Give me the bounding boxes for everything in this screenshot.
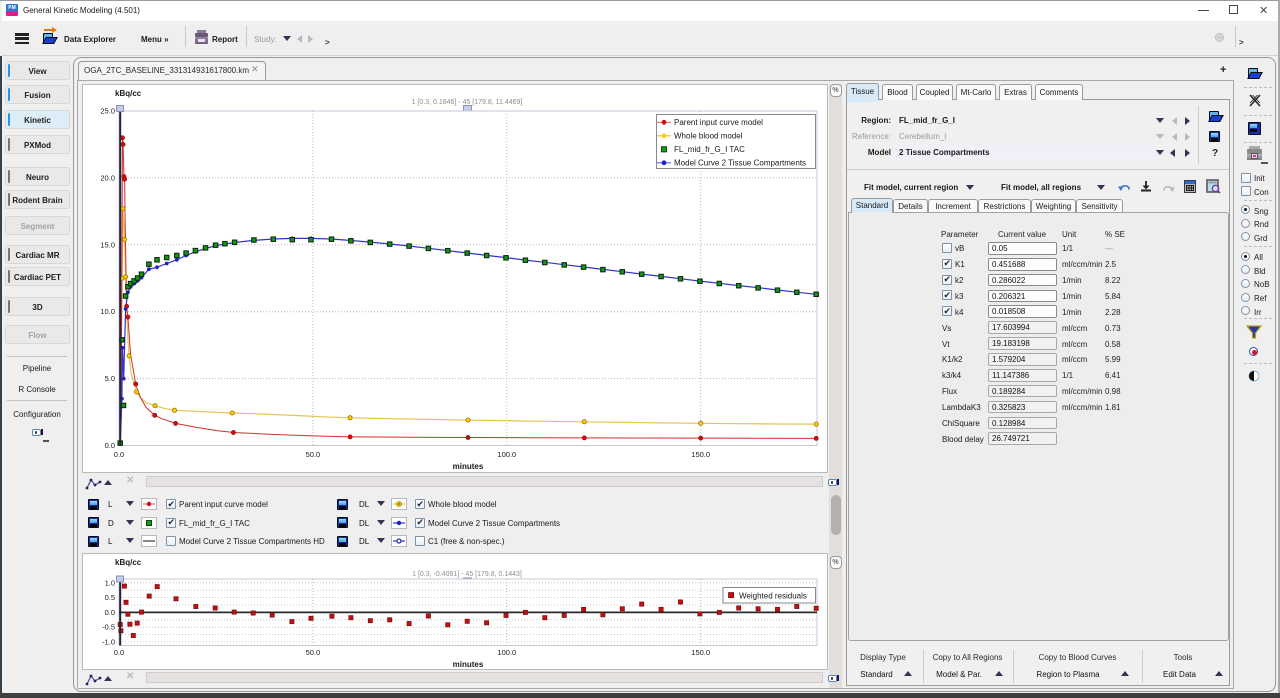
svg-text:0.5: 0.5 (105, 593, 115, 602)
svg-text:1 [0.3, -0.4091] - 45 [179.8,: 1 [0.3, -0.4091] - 45 [179.8, 0.1443] (412, 571, 522, 578)
svg-text:1.0: 1.0 (105, 578, 115, 587)
svg-text:minutes: minutes (453, 462, 484, 471)
svg-text:100.0: 100.0 (497, 648, 516, 657)
svg-text:0.0: 0.0 (105, 441, 115, 450)
svg-text:50.0: 50.0 (306, 648, 321, 657)
svg-text:15.0: 15.0 (100, 240, 115, 249)
svg-text:5.0: 5.0 (105, 374, 115, 383)
svg-text:150.0: 150.0 (691, 648, 710, 657)
svg-text:Model Curve 2 Tissue Compartme: Model Curve 2 Tissue Compartments (674, 159, 806, 168)
svg-text:-1.0: -1.0 (102, 638, 115, 647)
svg-text:FL_mid_fr_G_I TAC: FL_mid_fr_G_I TAC (674, 145, 745, 154)
svg-text:kBq/cc: kBq/cc (115, 89, 142, 98)
svg-text:0.0: 0.0 (114, 648, 124, 657)
svg-text:150.0: 150.0 (691, 450, 710, 459)
svg-text:Weighted residuals: Weighted residuals (739, 592, 807, 601)
svg-text:0.0: 0.0 (105, 608, 115, 617)
svg-text:minutes: minutes (453, 660, 484, 669)
svg-text:50.0: 50.0 (306, 450, 321, 459)
svg-text:kBq/cc: kBq/cc (115, 558, 142, 567)
svg-text:Parent input curve model: Parent input curve model (674, 118, 763, 127)
svg-text:1 [0.3, 0.1846] - 45 [179.8, 1: 1 [0.3, 0.1846] - 45 [179.8, 11.4469] (412, 99, 523, 106)
svg-text:-0.5: -0.5 (102, 623, 115, 632)
svg-text:0.0: 0.0 (114, 450, 124, 459)
svg-text:10.0: 10.0 (100, 307, 115, 316)
svg-text:100.0: 100.0 (497, 450, 516, 459)
svg-text:25.0: 25.0 (100, 107, 115, 116)
svg-text:Whole blood model: Whole blood model (674, 132, 743, 141)
svg-text:20.0: 20.0 (100, 173, 115, 182)
